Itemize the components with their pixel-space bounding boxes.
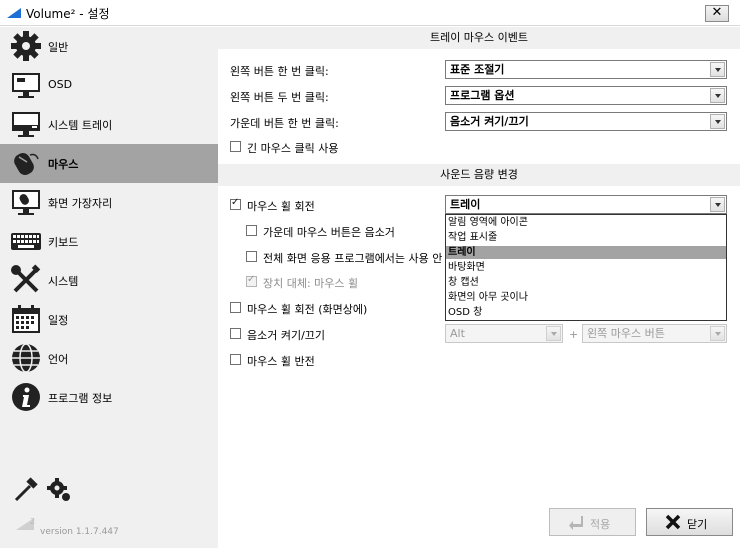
wrench-icon[interactable]	[13, 477, 39, 503]
chevron-down-icon[interactable]	[710, 197, 725, 212]
sidebar-item-system-tray[interactable]: 시스템 트레이	[0, 105, 218, 144]
calendar-icon	[12, 305, 40, 333]
chevron-down-icon	[710, 326, 725, 341]
sidebar-item-keyboard[interactable]: 키보드	[0, 222, 218, 261]
close-window-button[interactable]: ✕	[705, 5, 729, 22]
mute-key-select: Alt	[445, 324, 563, 343]
dropdown-option[interactable]: OSD 창	[446, 306, 726, 319]
mouse-icon	[14, 153, 39, 175]
screen-edge-icon	[12, 190, 40, 215]
sidebar-item-label: 프로그램 정보	[48, 392, 113, 405]
sidebar-item-label: 시스템 트레이	[48, 119, 113, 132]
middle-mute-label: 가운데 마우스 버튼은 음소거	[263, 226, 395, 239]
wheel-on-screen-checkbox[interactable]	[230, 302, 241, 313]
info-icon	[12, 383, 40, 411]
sidebar-item-general[interactable]: 일반	[0, 27, 218, 66]
device-replace-checkbox	[246, 274, 257, 287]
mute-toggle-checkbox[interactable]	[230, 328, 241, 339]
long-click-label: 긴 마우스 클릭 사용	[247, 142, 339, 155]
device-replace-label: 장치 대체: 마우스 휠	[263, 277, 359, 290]
chevron-down-icon[interactable]	[710, 62, 725, 77]
wheel-rotation-label: 마우스 휠 회전	[247, 200, 315, 213]
dropdown-option[interactable]: 화면의 아무 곳이나	[446, 291, 726, 304]
fullscreen-label: 전체 화면 응용 프로그램에서는 사용 안 함	[263, 252, 457, 265]
dropdown-option-selected[interactable]: 트레이	[446, 246, 726, 259]
middle-mute-checkbox[interactable]	[246, 225, 257, 236]
fullscreen-checkbox[interactable]	[246, 251, 257, 262]
close-button-label: 닫기	[687, 518, 708, 531]
system-tray-icon	[12, 112, 40, 137]
sidebar-item-about[interactable]: 프로그램 정보	[0, 378, 218, 417]
gear-icon	[11, 31, 41, 61]
version-label: version 1.1.7.447	[40, 527, 119, 537]
mute-mouse-button-value: 왼쪽 마우스 버튼	[587, 327, 665, 340]
chevron-down-icon[interactable]	[710, 114, 725, 129]
key-combination-plus: +	[569, 328, 579, 341]
mute-key-value: Alt	[450, 327, 465, 340]
sidebar-item-label: 시스템	[48, 275, 79, 288]
apply-button-label: 적용	[590, 518, 611, 531]
sidebar-item-label: 일반	[48, 41, 69, 54]
dropdown-option[interactable]: 알림 영역에 아이콘	[446, 216, 726, 229]
left-single-click-label: 왼쪽 버튼 한 번 클릭:	[230, 65, 329, 78]
sidebar-item-label: 마우스	[48, 158, 79, 171]
mouse-settings-panel: 트레이 마우스 이벤트 왼쪽 버튼 한 번 클릭: 표준 조절기 왼쪽 버튼 두…	[218, 27, 740, 548]
sidebar-item-language[interactable]: 언어	[0, 339, 218, 378]
dropdown-option[interactable]: 바탕화면	[446, 261, 726, 274]
keyboard-icon	[11, 233, 41, 250]
left-single-click-select[interactable]: 표준 조절기	[445, 60, 727, 79]
title-bar: Volume² - 설정 ✕	[0, 0, 740, 26]
section-header-tray-events: 트레이 마우스 이벤트	[218, 27, 740, 49]
chevron-down-icon[interactable]	[710, 88, 725, 103]
left-double-click-label: 왼쪽 버튼 두 번 클릭:	[230, 91, 329, 104]
window-title: Volume² - 설정	[26, 7, 110, 21]
sidebar-item-screen-edge[interactable]: 화면 가장자리	[0, 183, 218, 222]
globe-icon	[12, 343, 40, 373]
sidebar-item-mouse[interactable]: 마우스	[0, 144, 218, 183]
app-logo-icon	[7, 8, 21, 18]
apply-button: 적용	[549, 508, 636, 536]
mute-toggle-label: 음소거 켜기/끄기	[247, 329, 326, 342]
middle-single-click-label: 가운데 버튼 한 번 클릭:	[230, 117, 339, 130]
left-single-click-value: 표준 조절기	[450, 63, 505, 76]
close-x-icon	[665, 514, 681, 530]
sidebar-item-label: 키보드	[48, 236, 79, 249]
long-click-checkbox[interactable]	[230, 141, 241, 152]
wheel-rotation-area-select[interactable]: 트레이	[445, 195, 727, 214]
close-button[interactable]: 닫기	[646, 508, 733, 536]
wheel-invert-label: 마우스 휠 반전	[247, 355, 315, 368]
chevron-down-icon	[546, 326, 561, 341]
settings-gears-icon[interactable]	[46, 477, 72, 503]
wheel-rotation-checkbox[interactable]	[230, 197, 241, 210]
sidebar-item-label: 화면 가장자리	[48, 197, 113, 210]
wheel-invert-checkbox[interactable]	[230, 354, 241, 365]
mute-mouse-button-select: 왼쪽 마우스 버튼	[582, 324, 727, 343]
left-double-click-select[interactable]: 프로그램 옵션	[445, 86, 727, 105]
dropdown-option[interactable]: 창 캡션	[446, 276, 726, 289]
dropdown-option[interactable]: 작업 표시줄	[446, 231, 726, 244]
sidebar-item-label: 언어	[48, 353, 69, 366]
sidebar-item-osd[interactable]: OSD	[0, 66, 218, 105]
version-logo-superscript: 2	[30, 517, 36, 526]
apply-arrow-icon	[569, 516, 583, 530]
sidebar-item-system[interactable]: 시스템	[0, 261, 218, 300]
wheel-rotation-area-dropdown: 알림 영역에 아이콘 작업 표시줄 트레이 바탕화면 창 캡션 화면의 아무 곳…	[445, 214, 727, 321]
monitor-icon	[12, 73, 40, 98]
sidebar: 일반 OSD 시스템 트레이 마우스 화면 가장자리 키보드 시스템 일정 언어…	[0, 27, 218, 548]
wheel-rotation-area-value: 트레이	[450, 198, 481, 211]
middle-single-click-value: 음소거 켜기/끄기	[450, 115, 529, 128]
section-header-volume-change: 사운드 음량 변경	[218, 164, 740, 186]
sidebar-item-label: OSD	[48, 78, 73, 91]
middle-single-click-select[interactable]: 음소거 켜기/끄기	[445, 112, 727, 131]
tools-icon	[11, 264, 41, 293]
wheel-on-screen-label: 마우스 휠 회전 (화면상에)	[247, 303, 368, 316]
sidebar-item-schedule[interactable]: 일정	[0, 300, 218, 339]
sidebar-item-label: 일정	[48, 314, 69, 327]
left-double-click-value: 프로그램 옵션	[450, 89, 515, 102]
